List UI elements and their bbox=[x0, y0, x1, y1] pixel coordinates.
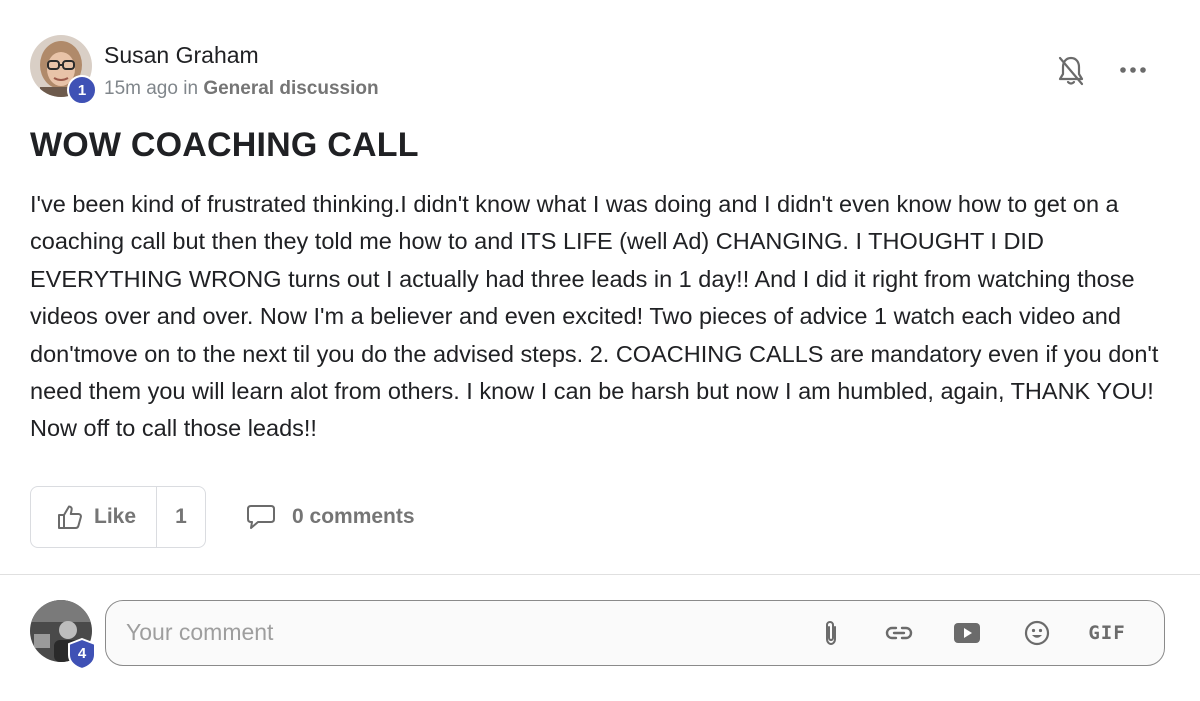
post-category-link[interactable]: General discussion bbox=[203, 78, 378, 99]
video-play-icon[interactable] bbox=[952, 618, 982, 648]
comments-label: 0 comments bbox=[292, 505, 415, 528]
post-body: I've been kind of frustrated thinking.I … bbox=[30, 191, 1159, 442]
divider bbox=[0, 574, 1200, 575]
author-name[interactable]: Susan Graham bbox=[104, 42, 259, 69]
gif-button[interactable]: GIF bbox=[1085, 618, 1129, 648]
bell-off-icon[interactable] bbox=[1057, 54, 1085, 88]
post-card: 1 Susan Graham 15m ago in General discus… bbox=[0, 0, 1200, 701]
paperclip-icon[interactable] bbox=[819, 618, 843, 648]
emoji-icon[interactable] bbox=[1023, 618, 1051, 648]
like-group: Like 1 bbox=[30, 486, 206, 548]
comments-link[interactable]: 0 comments bbox=[246, 500, 415, 534]
comment-bubble-icon bbox=[247, 505, 275, 529]
post-in-word: in bbox=[183, 78, 199, 99]
like-count[interactable]: 1 bbox=[157, 487, 205, 547]
like-label: Like bbox=[94, 505, 137, 528]
author-level-badge: 1 bbox=[67, 75, 97, 105]
post-time: 15m ago bbox=[104, 78, 178, 99]
comment-input[interactable] bbox=[126, 601, 806, 664]
comment-box: GIF bbox=[105, 600, 1165, 666]
user-level-number: 4 bbox=[77, 644, 87, 662]
more-options-icon[interactable] bbox=[1118, 60, 1148, 80]
user-level-badge: 4 bbox=[68, 637, 96, 671]
post-title: WOW COACHING CALL bbox=[30, 126, 419, 164]
post-meta: 15m ago in General discussion bbox=[104, 78, 379, 100]
link-icon[interactable] bbox=[884, 618, 914, 648]
like-button[interactable]: Like bbox=[31, 487, 157, 547]
thumbs-up-icon bbox=[58, 505, 82, 529]
